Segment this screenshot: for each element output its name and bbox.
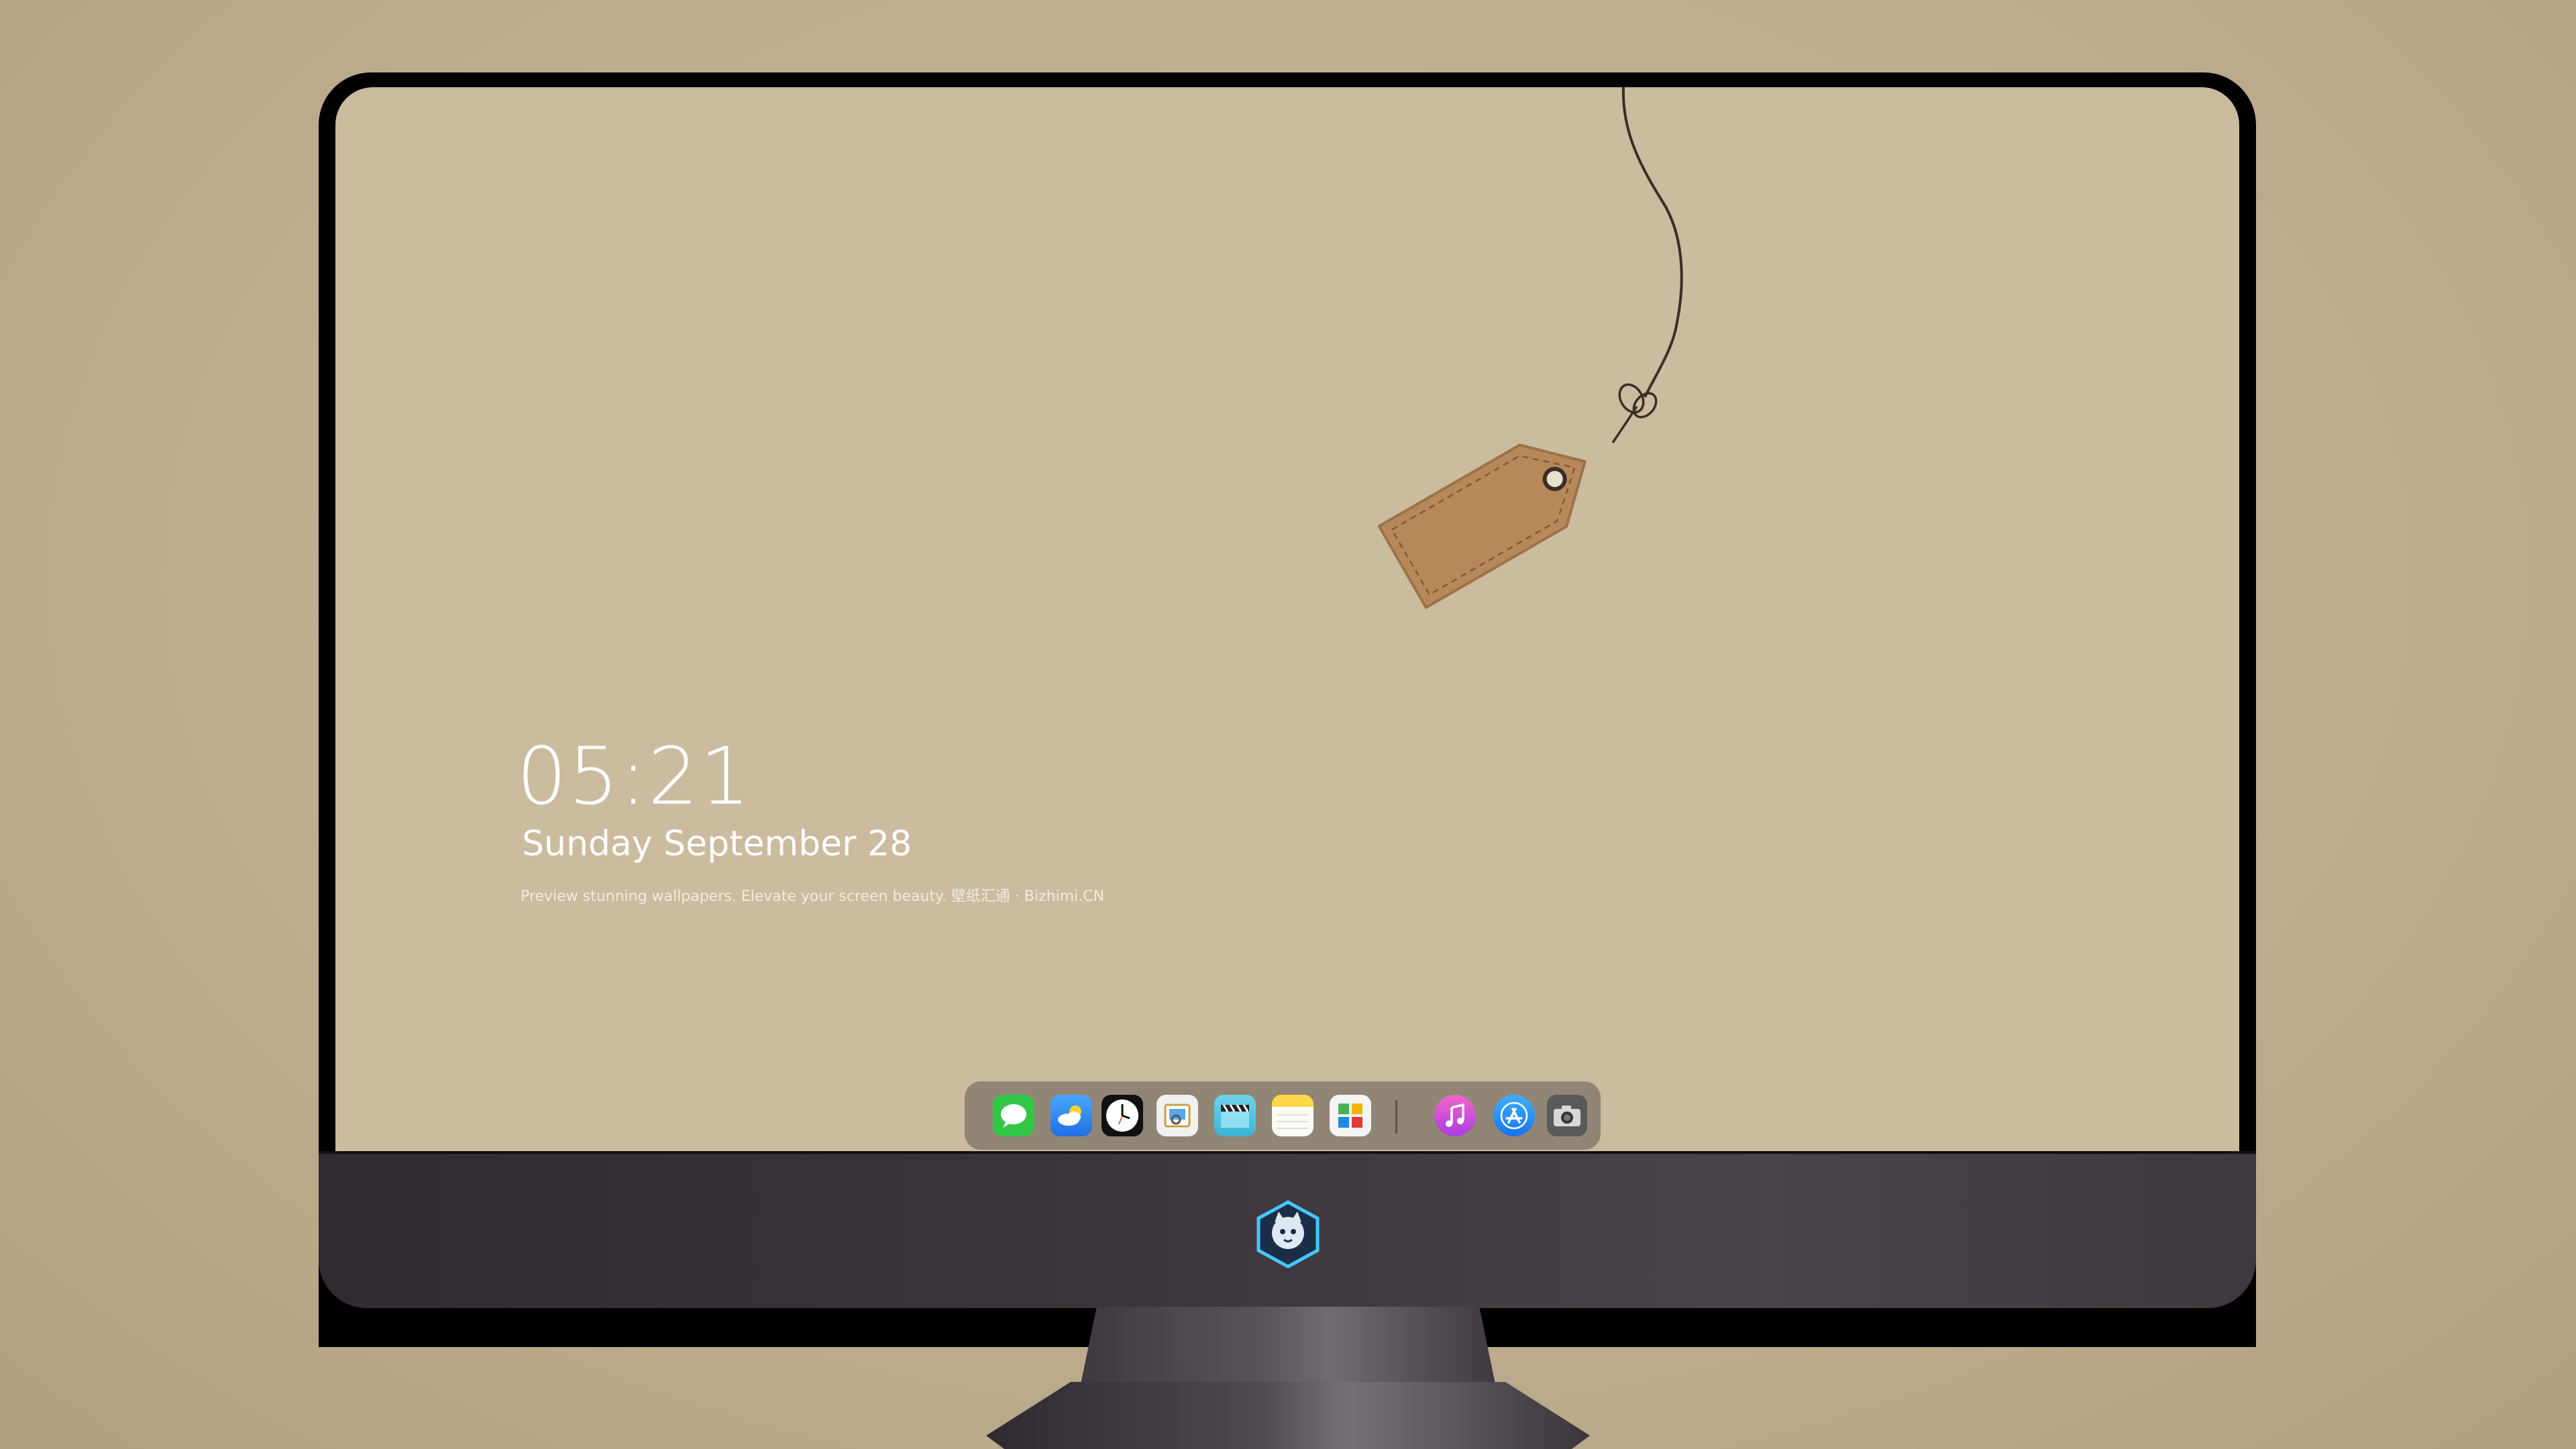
lock-screen-clock: 05:21 [517,730,752,822]
dock [965,1081,1601,1150]
monitor-stand-neck [1080,1307,1496,1387]
app-store-icon[interactable] [1493,1095,1535,1136]
preview-icon[interactable] [1157,1095,1198,1136]
monitor-stand-base [986,1382,1590,1449]
lock-screen-date: Sunday September 28 [522,824,912,864]
wallpaper-caption: Preview stunning wallpapers. Elevate you… [521,888,1105,905]
dock-separator [1395,1100,1397,1134]
clips-icon[interactable] [1214,1095,1256,1136]
weather-icon[interactable] [1051,1095,1092,1136]
camera-icon[interactable] [1547,1095,1587,1136]
music-icon[interactable] [1434,1095,1476,1136]
mascot-logo-icon [1253,1199,1323,1269]
notes-icon[interactable] [1272,1095,1313,1136]
messages-icon[interactable] [993,1095,1034,1136]
clock-icon[interactable] [1102,1095,1143,1136]
photos-grid-icon[interactable] [1330,1095,1371,1136]
